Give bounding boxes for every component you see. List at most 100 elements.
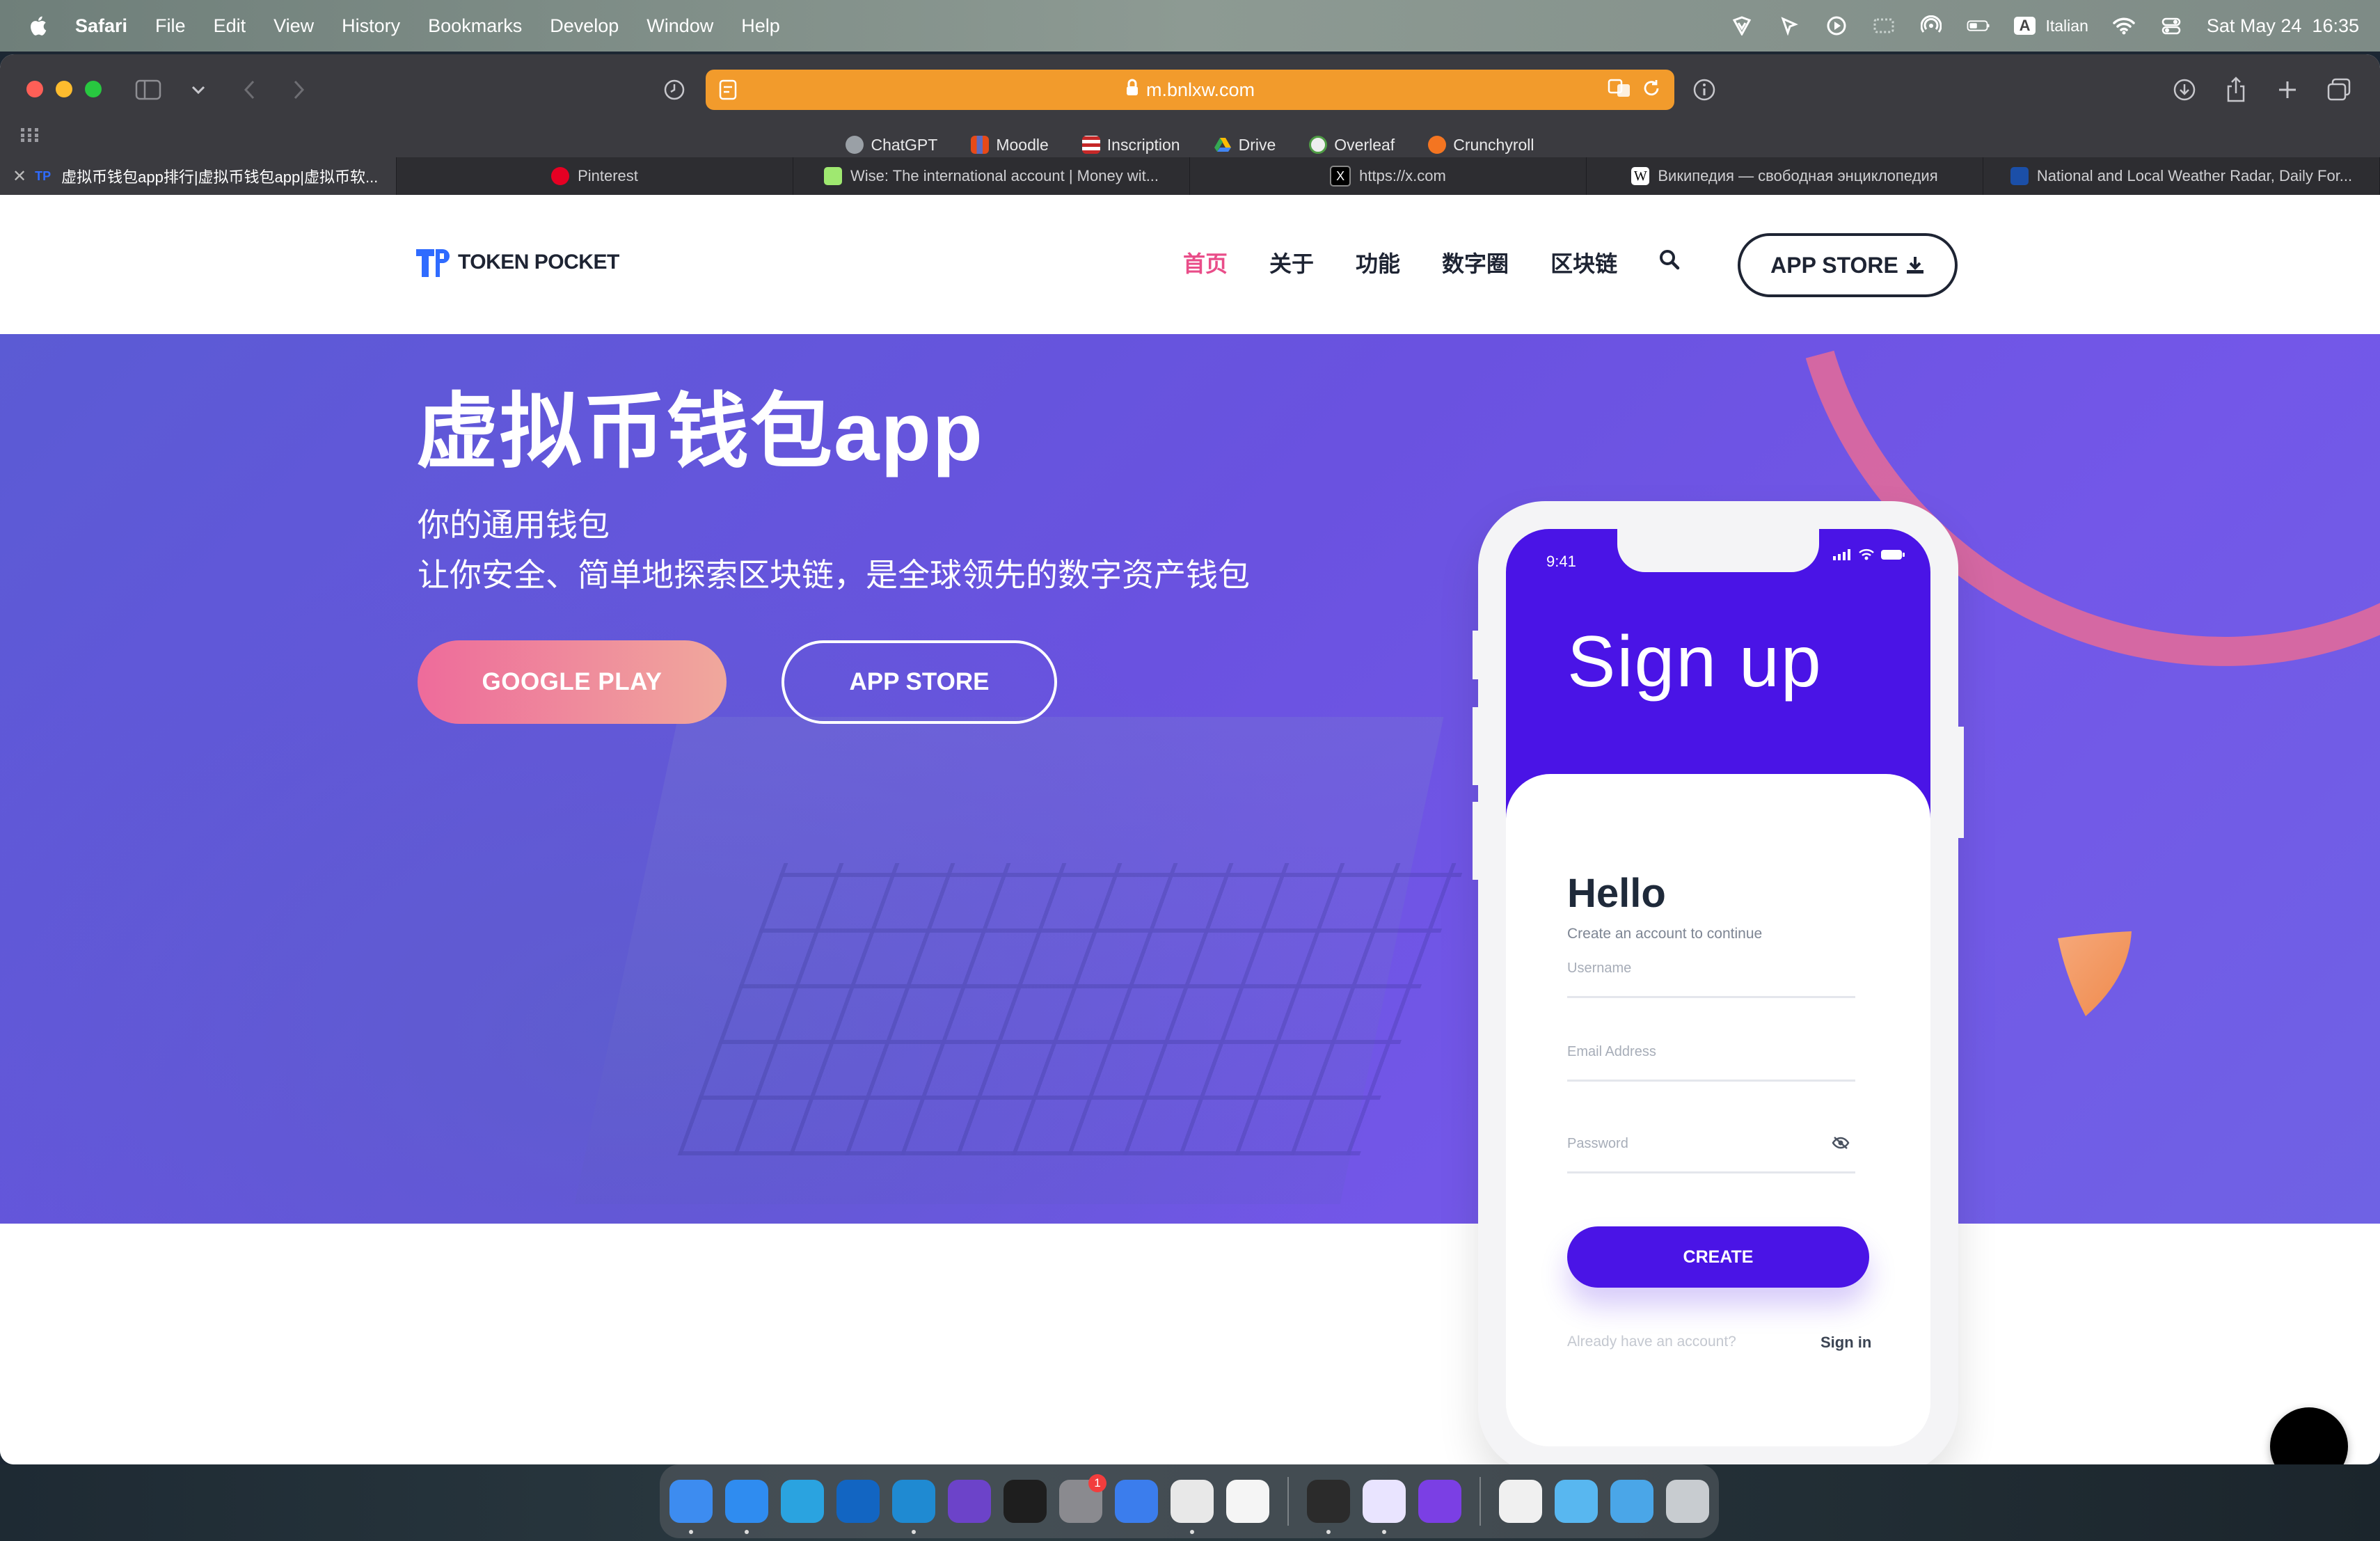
menu-view[interactable]: View: [273, 15, 314, 37]
url-text[interactable]: m.bnlxw.com: [1146, 79, 1255, 101]
tab-overview-icon[interactable]: [2323, 74, 2355, 106]
sign-in-link[interactable]: Sign in: [1820, 1334, 1871, 1352]
site-logo[interactable]: TOKEN POCKET: [415, 246, 619, 278]
screen-mirror-icon[interactable]: [1872, 15, 1896, 36]
menu-help[interactable]: Help: [741, 15, 780, 37]
favorite-moodle[interactable]: Moodle: [971, 136, 1049, 155]
favorite-drive[interactable]: Drive: [1214, 136, 1276, 155]
hero-subtitle-line2: 让你安全、简单地探索区块链，是全球领先的数字资产钱包: [418, 557, 1250, 593]
airdrop-icon[interactable]: [1919, 15, 1943, 36]
menu-bookmarks[interactable]: Bookmarks: [428, 15, 522, 37]
input-source-badge[interactable]: A: [2013, 17, 2036, 35]
vpn-icon[interactable]: [1730, 15, 1754, 36]
info-icon[interactable]: [1688, 74, 1720, 106]
favorite-inscription[interactable]: Inscription: [1081, 136, 1180, 155]
chrome-icon[interactable]: [1171, 1480, 1214, 1534]
pointer-tool-icon[interactable]: [1777, 15, 1801, 36]
history-clock-icon[interactable]: [658, 74, 690, 106]
favorite-overleaf[interactable]: Overleaf: [1309, 136, 1395, 155]
eye-slash-icon[interactable]: [1832, 1136, 1850, 1150]
wifi-icon[interactable]: [2112, 15, 2136, 36]
running-indicator: [912, 1530, 916, 1534]
apple-icon[interactable]: [28, 15, 47, 37]
tab-pinterest[interactable]: Pinterest: [397, 157, 793, 195]
input-source-label[interactable]: Italian: [2045, 17, 2088, 35]
trash-icon[interactable]: [1666, 1480, 1709, 1523]
figma-icon[interactable]: [1003, 1480, 1047, 1523]
favorite-chatgpt[interactable]: ChatGPT: [846, 136, 937, 155]
battery-icon[interactable]: [1967, 15, 1990, 36]
translate-icon[interactable]: [1608, 78, 1633, 104]
hello-subtitle: Create an account to continue: [1567, 926, 1763, 942]
username-field[interactable]: Username: [1567, 961, 1855, 998]
reload-icon[interactable]: [1641, 78, 1662, 104]
address-bar[interactable]: m.bnlxw.com: [706, 70, 1674, 110]
safari-icon[interactable]: [725, 1480, 768, 1534]
favorite-crunchyroll[interactable]: Crunchyroll: [1428, 136, 1534, 155]
pinterest-icon: [551, 167, 570, 185]
moodle-icon[interactable]: [1226, 1480, 1269, 1523]
menu-window[interactable]: Window: [646, 15, 713, 37]
phone-screen: 9:41 Sign up Hello Create an account to …: [1506, 529, 1930, 1446]
nav-features[interactable]: 功能: [1356, 246, 1400, 278]
x-icon: X: [1330, 166, 1351, 187]
folder-icon[interactable]: [1555, 1480, 1598, 1523]
clock[interactable]: Sat May 24 16:35: [2207, 15, 2359, 37]
outlook-icon[interactable]: [836, 1480, 880, 1523]
close-window-button[interactable]: [26, 81, 43, 97]
dock-separator: [1287, 1477, 1289, 1526]
forward-icon[interactable]: [283, 74, 315, 106]
hero-section: 虚拟币钱包app 你的通用钱包 让你安全、简单地探索区块链，是全球领先的数字资产…: [0, 334, 2380, 1224]
floating-chat-button[interactable]: [2270, 1407, 2348, 1464]
nav-home[interactable]: 首页: [1183, 246, 1228, 278]
tab-weather[interactable]: National and Local Weather Radar, Daily …: [1983, 157, 2380, 195]
telegram-icon[interactable]: [781, 1480, 824, 1523]
menu-edit[interactable]: Edit: [214, 15, 246, 37]
close-tab-icon[interactable]: ✕: [13, 166, 26, 187]
password-field[interactable]: Password: [1567, 1136, 1855, 1173]
tab-wikipedia[interactable]: W Википедия — свободная энциклопедия: [1587, 157, 1983, 195]
google-play-button[interactable]: GOOGLE PLAY: [418, 640, 727, 724]
downloads-icon[interactable]: [2168, 74, 2200, 106]
play-icon[interactable]: [1825, 15, 1848, 36]
document-icon[interactable]: [1499, 1480, 1542, 1523]
share-icon[interactable]: [2220, 74, 2252, 106]
notification-badge: 1: [1088, 1474, 1106, 1492]
minimize-window-button[interactable]: [56, 81, 72, 97]
header-app-store-button[interactable]: APP STORE: [1738, 233, 1958, 297]
back-icon[interactable]: [234, 74, 266, 106]
firefox-icon[interactable]: [1418, 1480, 1461, 1523]
new-tab-icon[interactable]: [2271, 74, 2303, 106]
chevron-down-icon[interactable]: [182, 74, 214, 106]
page-menu-icon[interactable]: [718, 78, 738, 106]
proton-vpn-icon[interactable]: [1363, 1480, 1406, 1534]
vscode-icon[interactable]: [892, 1480, 935, 1534]
app-store-button[interactable]: APP STORE: [782, 640, 1057, 724]
google-docs-icon[interactable]: [1115, 1480, 1158, 1523]
downloads-folder-icon[interactable]: [1610, 1480, 1653, 1523]
obsidian-icon[interactable]: [948, 1480, 991, 1523]
search-icon[interactable]: [1659, 249, 1680, 276]
tab-active[interactable]: ✕ TP 虚拟币钱包app排行|虚拟币钱包app|虚拟币软...: [0, 157, 397, 195]
menu-app-name[interactable]: Safari: [75, 15, 127, 37]
finder-icon[interactable]: [669, 1480, 713, 1534]
menu-file[interactable]: File: [155, 15, 186, 37]
nav-digital-circle[interactable]: 数字圈: [1442, 246, 1509, 278]
menu-history[interactable]: History: [342, 15, 400, 37]
nav-blockchain[interactable]: 区块链: [1550, 246, 1617, 278]
sidebar-icon[interactable]: [132, 74, 164, 106]
grid-icon[interactable]: [21, 128, 39, 145]
menu-develop[interactable]: Develop: [550, 15, 619, 37]
tab-wise[interactable]: Wise: The international account | Money …: [793, 157, 1190, 195]
google-drive-icon: [1214, 138, 1231, 152]
hero-subtitle-line1: 你的通用钱包: [418, 507, 610, 543]
email-field[interactable]: Email Address: [1567, 1044, 1855, 1082]
tab-x[interactable]: X https://x.com: [1190, 157, 1587, 195]
control-center-icon[interactable]: [2159, 15, 2183, 36]
system-settings-icon[interactable]: 1: [1059, 1474, 1106, 1523]
tab-label: https://x.com: [1359, 167, 1446, 184]
activity-monitor-icon[interactable]: [1307, 1480, 1350, 1534]
nav-about[interactable]: 关于: [1269, 246, 1314, 278]
create-button[interactable]: CREATE: [1567, 1226, 1869, 1288]
zoom-window-button[interactable]: [85, 81, 102, 97]
